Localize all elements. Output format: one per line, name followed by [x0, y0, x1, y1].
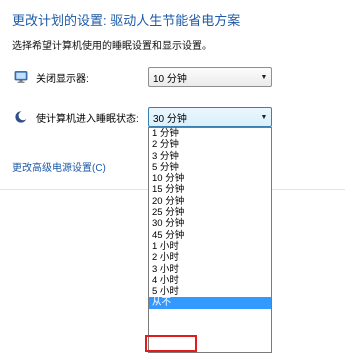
display-off-label: 关闭显示器: [36, 73, 89, 85]
display-off-value: 10 分钟 [153, 73, 187, 85]
chevron-down-icon: ▼ [260, 113, 268, 121]
sleep-dropdown-list: 1 分钟 2 分钟 3 分钟 5 分钟 10 分钟 15 分钟 20 分钟 25 分钟 30 分… [148, 127, 272, 353]
dropdown-option[interactable]: 20 分钟 [149, 196, 271, 207]
dropdown-option[interactable]: 25 分钟 [149, 207, 271, 218]
dropdown-option[interactable]: 2 分钟 [149, 139, 271, 150]
monitor-icon [14, 70, 28, 84]
dropdown-option[interactable]: 4 小时 [149, 275, 271, 286]
page-subtitle: 选择希望计算机使用的睡眠设置和显示设置。 [12, 41, 212, 52]
sleep-label: 使计算机进入睡眠状态: [36, 113, 139, 125]
dropdown-option[interactable]: 2 小时 [149, 252, 271, 263]
display-off-row: 关闭显示器: [14, 66, 89, 88]
dropdown-option[interactable]: 3 分钟 [149, 151, 271, 162]
sleep-value: 30 分钟 [153, 113, 187, 125]
dropdown-option[interactable]: 5 分钟 [149, 162, 271, 173]
sleep-row: 使计算机进入睡眠状态: [14, 106, 139, 128]
display-off-select[interactable]: 10 分钟 ▼ [148, 67, 272, 87]
dropdown-option[interactable]: 3 小时 [149, 264, 271, 275]
dropdown-option[interactable]: 5 小时 [149, 286, 271, 297]
dropdown-option[interactable]: 10 分钟 [149, 173, 271, 184]
moon-icon [14, 110, 28, 124]
dropdown-option[interactable]: 1 小时 [149, 241, 271, 252]
dropdown-option[interactable]: 30 分钟 [149, 218, 271, 229]
sleep-select[interactable]: 30 分钟 ▼ [148, 107, 272, 127]
dropdown-option[interactable]: 从不 [149, 297, 271, 309]
page-title: 更改计划的设置: 驱动人生节能省电方案 [12, 13, 241, 28]
advanced-power-settings-link[interactable]: 更改高级电源设置(C) [12, 159, 106, 174]
dropdown-option[interactable]: 15 分钟 [149, 184, 271, 195]
dropdown-option[interactable]: 1 分钟 [149, 128, 271, 139]
dropdown-option[interactable]: 45 分钟 [149, 230, 271, 241]
chevron-down-icon: ▼ [260, 73, 268, 81]
